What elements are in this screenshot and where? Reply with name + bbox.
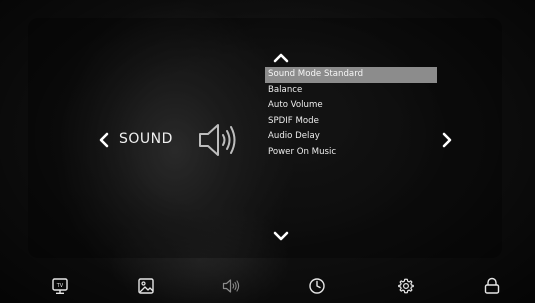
section-title: SOUND <box>119 131 173 147</box>
menu-item-auto-volume[interactable]: Auto Volume <box>265 98 437 114</box>
chevron-up-icon[interactable] <box>271 48 291 68</box>
menu-item-audio-delay[interactable]: Audio Delay <box>265 129 437 145</box>
speaker-icon <box>196 120 242 160</box>
menu-item-sound-mode[interactable]: Sound Mode Standard <box>265 67 437 83</box>
lock-icon[interactable] <box>482 276 502 296</box>
picture-icon[interactable] <box>136 276 156 296</box>
gear-icon[interactable] <box>396 276 416 296</box>
sound-menu-list: Sound Mode Standard Balance Auto Volume … <box>265 67 437 161</box>
chevron-left-icon[interactable] <box>94 130 114 150</box>
clock-icon[interactable] <box>307 276 327 296</box>
menu-item-balance[interactable]: Balance <box>265 83 437 99</box>
sound-icon[interactable] <box>221 276 241 296</box>
tv-icon[interactable]: TV <box>50 276 70 296</box>
menu-item-power-on-music[interactable]: Power On Music <box>265 145 437 161</box>
svg-text:TV: TV <box>56 283 64 289</box>
bottom-tab-bar: TV <box>0 263 535 303</box>
chevron-right-icon[interactable] <box>437 130 457 150</box>
menu-item-spdif-mode[interactable]: SPDIF Mode <box>265 114 437 130</box>
chevron-down-icon[interactable] <box>271 226 291 246</box>
